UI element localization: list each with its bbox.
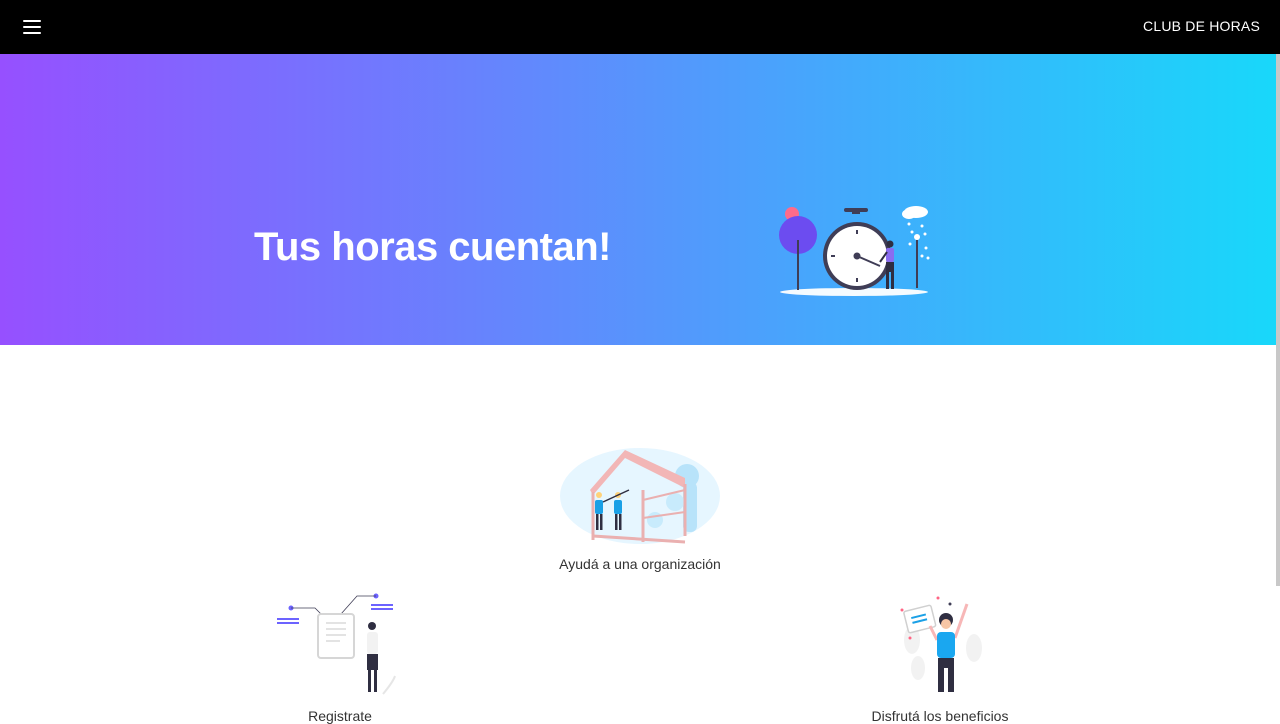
- hero-banner: Tus horas cuentan!: [0, 54, 1280, 345]
- step-register: Registrate: [260, 590, 420, 724]
- hero-title: Tus horas cuentan!: [254, 225, 611, 269]
- menu-button[interactable]: [14, 12, 50, 42]
- hamburger-menu-icon-line: [23, 32, 41, 34]
- step-label-register: Registrate: [308, 708, 372, 724]
- top-navbar: CLUB DE HORAS: [0, 0, 1280, 54]
- page-scrollbar[interactable]: [1276, 54, 1280, 586]
- stopwatch-illustration: [779, 206, 930, 296]
- step-label-help-organization: Ayudá a una organización: [559, 556, 721, 572]
- celebration-illustration: [900, 596, 982, 692]
- volunteers-building-illustration: [560, 448, 720, 544]
- registration-form-illustration: [277, 593, 396, 695]
- step-enjoy-benefits: Disfrutá los beneficios: [860, 590, 1020, 724]
- step-help-organization: Ayudá a una organización: [540, 440, 740, 572]
- step-label-enjoy-benefits: Disfrutá los beneficios: [871, 708, 1009, 724]
- hamburger-menu-icon: [23, 20, 41, 22]
- brand-link[interactable]: CLUB DE HORAS: [1143, 18, 1260, 34]
- hamburger-menu-icon-line: [23, 26, 41, 28]
